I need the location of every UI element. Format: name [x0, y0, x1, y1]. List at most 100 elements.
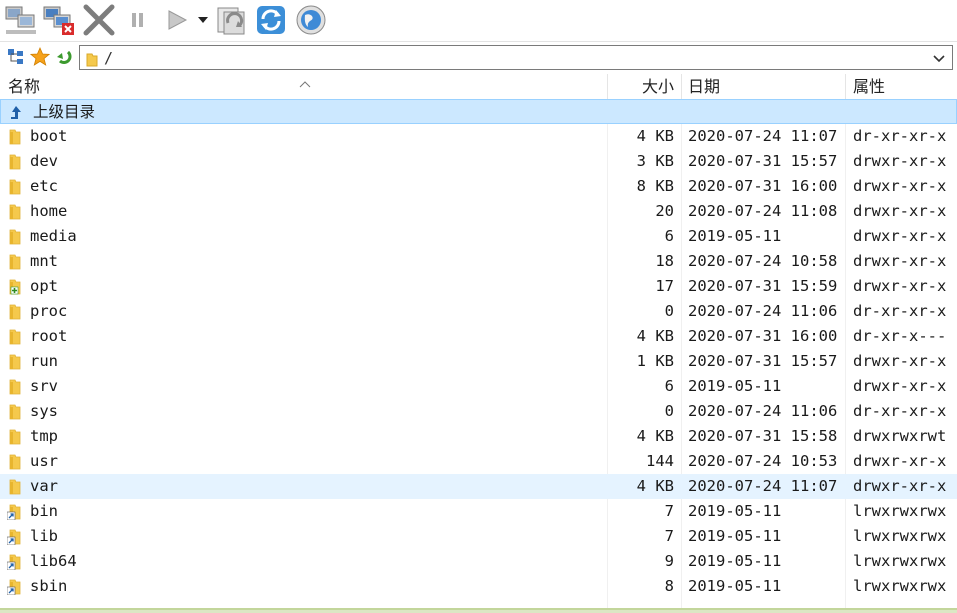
- file-date: 2020-07-31 15:58: [688, 427, 838, 445]
- cancel-icon[interactable]: [82, 3, 116, 37]
- play-icon[interactable]: [162, 3, 192, 37]
- file-name: boot: [30, 127, 68, 145]
- file-date: 2020-07-24 11:06: [688, 402, 838, 420]
- file-row[interactable]: boot 4 KB 2020-07-24 11:07 dr-xr-xr-x: [0, 124, 957, 149]
- file-attributes: drwxr-xr-x: [853, 252, 947, 270]
- file-name: usr: [30, 452, 58, 470]
- go-back-icon[interactable]: [54, 47, 74, 67]
- file-row[interactable]: opt 17 2020-07-31 15:59 drwxr-xr-x: [0, 274, 957, 299]
- file-attributes: drwxr-xr-x: [853, 477, 947, 495]
- folder-icon: [7, 478, 23, 495]
- folder-icon: [7, 128, 23, 145]
- folder-link-icon: [6, 503, 23, 521]
- file-name: dev: [30, 152, 58, 170]
- tree-view-icon[interactable]: [6, 47, 26, 67]
- file-row[interactable]: etc 8 KB 2020-07-31 16:00 drwxr-xr-x: [0, 174, 957, 199]
- file-size: 17: [655, 277, 674, 295]
- file-attributes: lrwxrwxrwx: [853, 552, 947, 570]
- file-row[interactable]: usr 144 2020-07-24 10:53 drwxr-xr-x: [0, 449, 957, 474]
- parent-directory-row[interactable]: 上级目录: [0, 99, 957, 124]
- file-row[interactable]: media 6 2019-05-11 drwxr-xr-x: [0, 224, 957, 249]
- file-size: 20: [655, 202, 674, 220]
- file-date: 2020-07-24 11:06: [688, 302, 838, 320]
- file-row[interactable]: proc 0 2020-07-24 11:06 dr-xr-xr-x: [0, 299, 957, 324]
- transfer-queue-icon[interactable]: [214, 3, 250, 37]
- file-date: 2020-07-31 15:57: [688, 152, 838, 170]
- file-date: 2019-05-11: [688, 527, 782, 545]
- file-size: 3 KB: [636, 152, 674, 170]
- disconnect-icon[interactable]: [42, 3, 78, 37]
- file-attributes: lrwxrwxrwx: [853, 502, 947, 520]
- file-attributes: drwxr-xr-x: [853, 377, 947, 395]
- file-row[interactable]: mnt 18 2020-07-24 10:58 drwxr-xr-x: [0, 249, 957, 274]
- pause-icon[interactable]: [124, 3, 152, 37]
- file-name: run: [30, 352, 58, 370]
- file-size: 8 KB: [636, 177, 674, 195]
- file-row[interactable]: lib 7 2019-05-11 lrwxrwxrwx: [0, 524, 957, 549]
- folder-link-icon: [6, 528, 23, 546]
- folder-icon: [7, 428, 23, 445]
- file-date: 2020-07-31 16:00: [688, 327, 838, 345]
- folder-link-icon: [6, 553, 23, 571]
- file-name: lib64: [30, 552, 77, 570]
- file-row[interactable]: run 1 KB 2020-07-31 15:57 drwxr-xr-x: [0, 349, 957, 374]
- file-date: 2019-05-11: [688, 552, 782, 570]
- file-attributes: dr-xr-xr-x: [853, 402, 947, 420]
- file-size: 4 KB: [636, 427, 674, 445]
- path-combobox[interactable]: /: [79, 45, 953, 70]
- folder-icon: [7, 403, 23, 420]
- file-size: 4 KB: [636, 127, 674, 145]
- folder-icon: [7, 453, 23, 470]
- file-name: srv: [30, 377, 58, 395]
- file-row[interactable]: srv 6 2019-05-11 drwxr-xr-x: [0, 374, 957, 399]
- file-row[interactable]: sbin 8 2019-05-11 lrwxrwxrwx: [0, 574, 957, 599]
- file-size: 4 KB: [636, 477, 674, 495]
- column-date[interactable]: 日期: [688, 74, 720, 99]
- chevron-down-icon[interactable]: [932, 50, 946, 69]
- file-attributes: dr-xr-x---: [853, 327, 947, 345]
- refresh-icon[interactable]: [254, 3, 288, 37]
- file-name: mnt: [30, 252, 58, 270]
- file-name: sys: [30, 402, 58, 420]
- folder-icon: [86, 52, 98, 71]
- file-size: 0: [664, 402, 674, 420]
- file-size: 0: [664, 302, 674, 320]
- file-size: 1 KB: [636, 352, 674, 370]
- file-row[interactable]: lib64 9 2019-05-11 lrwxrwxrwx: [0, 549, 957, 574]
- folder-icon: [7, 253, 23, 270]
- file-size: 144: [646, 452, 674, 470]
- file-size: 7: [664, 502, 674, 520]
- folder-icon: [7, 353, 23, 370]
- file-attributes: dr-xr-xr-x: [853, 302, 947, 320]
- file-row[interactable]: tmp 4 KB 2020-07-31 15:58 drwxrwxrwt: [0, 424, 957, 449]
- file-size: 7: [664, 527, 674, 545]
- file-row[interactable]: bin 7 2019-05-11 lrwxrwxrwx: [0, 499, 957, 524]
- toolbar: [0, 0, 957, 40]
- file-name: proc: [30, 302, 68, 320]
- file-name: sbin: [30, 577, 68, 595]
- file-row[interactable]: home 20 2020-07-24 11:08 drwxr-xr-x: [0, 199, 957, 224]
- column-size[interactable]: 大小: [610, 74, 674, 99]
- folder-icon: [7, 303, 23, 320]
- folder-icon: [7, 328, 23, 345]
- file-size: 8: [664, 577, 674, 595]
- file-name: root: [30, 327, 68, 345]
- column-name[interactable]: 名称: [8, 74, 40, 99]
- file-date: 2020-07-24 11:07: [688, 127, 838, 145]
- address-bar: /: [0, 41, 957, 74]
- favorites-star-icon[interactable]: [29, 46, 51, 67]
- file-row[interactable]: dev 3 KB 2020-07-31 15:57 drwxr-xr-x: [0, 149, 957, 174]
- path-text: /: [104, 49, 114, 67]
- file-row[interactable]: sys 0 2020-07-24 11:06 dr-xr-xr-x: [0, 399, 957, 424]
- file-row[interactable]: var 4 KB 2020-07-24 11:07 drwxr-xr-x: [0, 474, 957, 499]
- file-size: 18: [655, 252, 674, 270]
- globe-icon[interactable]: [294, 3, 328, 37]
- play-dropdown-icon[interactable]: [196, 3, 210, 37]
- folder-icon: [7, 153, 23, 170]
- column-attributes[interactable]: 属性: [853, 74, 885, 99]
- file-date: 2019-05-11: [688, 227, 782, 245]
- folder-icon: [7, 228, 23, 245]
- file-row[interactable]: root 4 KB 2020-07-31 16:00 dr-xr-x---: [0, 324, 957, 349]
- file-size: 4 KB: [636, 327, 674, 345]
- connect-icon[interactable]: [4, 3, 40, 37]
